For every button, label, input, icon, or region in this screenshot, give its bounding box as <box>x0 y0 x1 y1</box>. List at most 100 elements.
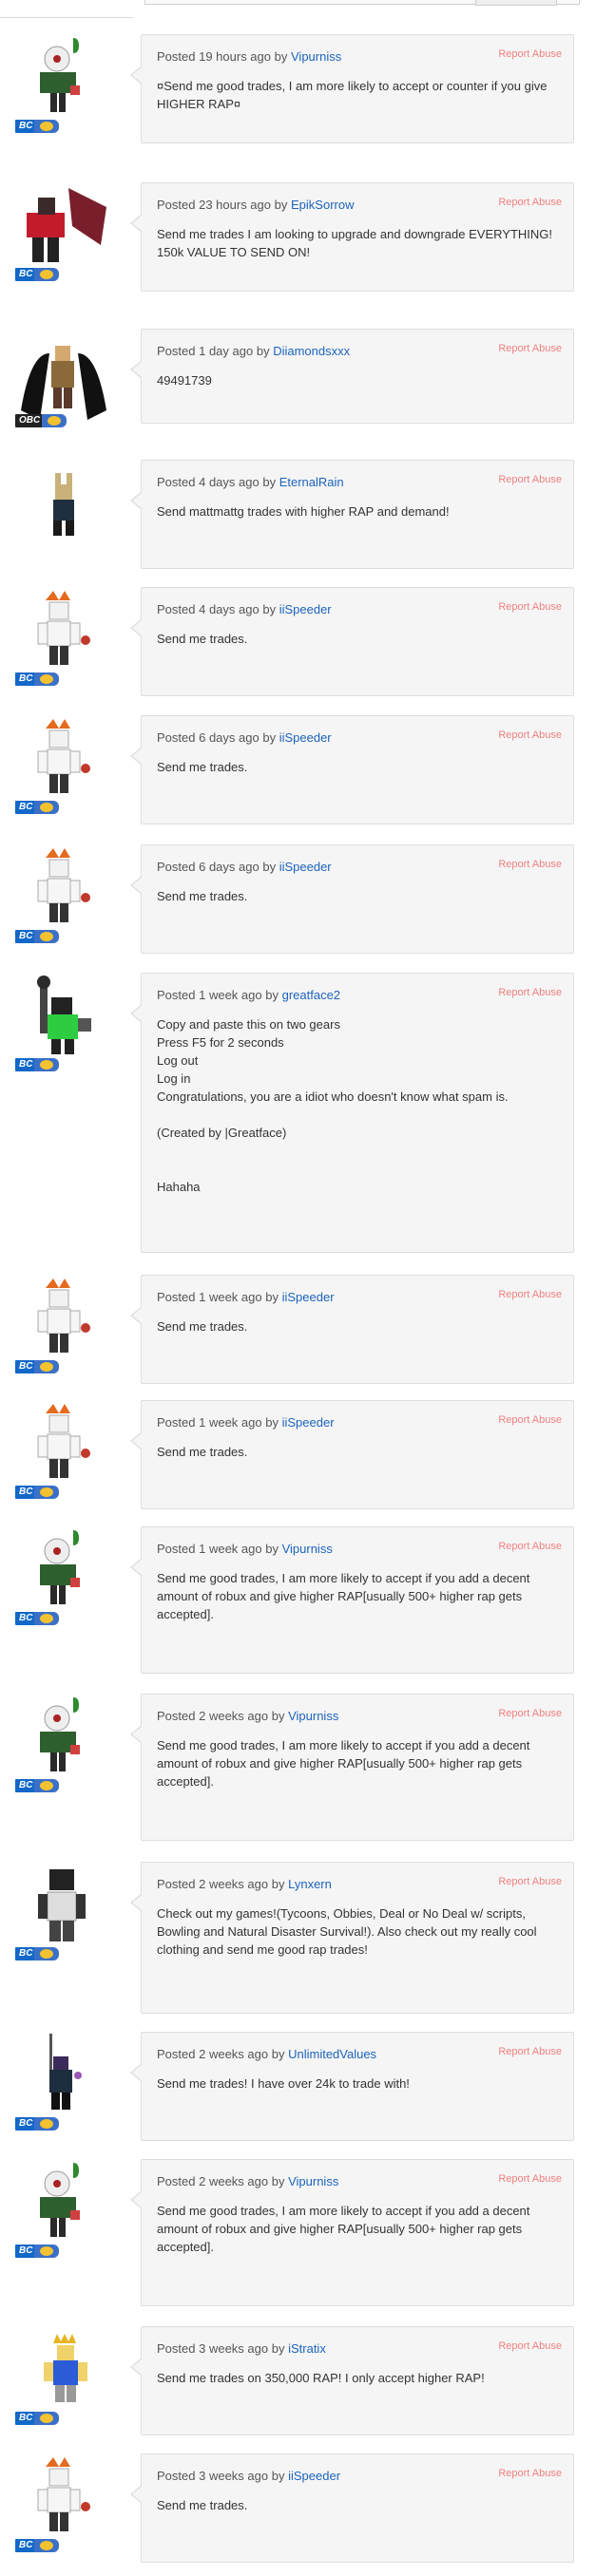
comment-bubble: Report Abuse Posted 1 week ago by iiSpee… <box>130 1400 574 1509</box>
membership-badge-label: BC <box>15 801 37 814</box>
avatar[interactable]: BC <box>11 30 116 135</box>
comment-message: Send me trades. <box>157 889 248 903</box>
author-link[interactable]: Vipurniss <box>291 49 341 64</box>
by-word: by <box>265 988 279 1002</box>
avatar[interactable]: BC <box>11 2028 116 2132</box>
report-abuse-link[interactable]: Report Abuse <box>498 987 562 998</box>
tix-icon <box>34 1947 60 1960</box>
avatar[interactable]: BC <box>11 583 116 688</box>
posted-prefix: Posted <box>157 1290 196 1304</box>
membership-badge-label: BC <box>15 2412 37 2425</box>
membership-badge: BC <box>15 930 60 943</box>
report-abuse-link[interactable]: Report Abuse <box>498 474 562 485</box>
comment-message: Send me trades. <box>157 1319 248 1334</box>
report-abuse-link[interactable]: Report Abuse <box>498 343 562 354</box>
tix-icon <box>34 2539 60 2552</box>
posted-prefix: Posted <box>157 475 196 489</box>
report-abuse-link[interactable]: Report Abuse <box>498 1414 562 1426</box>
author-link[interactable]: Diiamondsxxx <box>273 344 350 358</box>
by-word: by <box>271 2469 285 2483</box>
by-word: by <box>271 2341 285 2356</box>
membership-badge: BC <box>15 801 60 814</box>
posted-prefix: Posted <box>157 198 196 212</box>
membership-badge: BC <box>15 1612 60 1625</box>
author-link[interactable]: iiSpeeder <box>288 2469 340 2483</box>
avatar[interactable]: OBC <box>11 325 116 429</box>
avatar[interactable]: BC <box>11 1396 116 1501</box>
comment-bubble: Report Abuse Posted 2 weeks ago by Lynxe… <box>130 1862 574 2014</box>
post-button-edge[interactable] <box>475 0 557 6</box>
report-abuse-link[interactable]: Report Abuse <box>498 197 562 208</box>
author-link[interactable]: Vipurniss <box>282 1542 333 1556</box>
posted-prefix: Posted <box>157 1415 196 1430</box>
author-link[interactable]: UnlimitedValues <box>288 2047 376 2061</box>
avatar[interactable]: BC <box>11 711 116 816</box>
avatar[interactable] <box>11 456 116 560</box>
author-link[interactable]: Lynxern <box>288 1877 332 1891</box>
posted-prefix: Posted <box>157 1542 196 1556</box>
tix-icon <box>34 268 60 281</box>
author-link[interactable]: EternalRain <box>279 475 344 489</box>
posted-time: 1 week ago <box>199 1415 262 1430</box>
comment-bubble: Report Abuse Posted 1 day ago by Diiamon… <box>130 329 574 424</box>
report-abuse-link[interactable]: Report Abuse <box>498 48 562 60</box>
report-abuse-link[interactable]: Report Abuse <box>498 1876 562 1887</box>
report-abuse-link[interactable]: Report Abuse <box>498 2468 562 2479</box>
posted-time: 3 weeks ago <box>199 2469 269 2483</box>
membership-badge: BC <box>15 1779 60 1792</box>
avatar[interactable]: BC <box>11 1271 116 1375</box>
author-link[interactable]: EpikSorrow <box>291 198 354 212</box>
membership-badge-label: BC <box>15 1486 37 1499</box>
posted-prefix: Posted <box>157 602 196 616</box>
avatar-image[interactable] <box>11 456 116 560</box>
avatar[interactable]: BC <box>11 2450 116 2554</box>
by-word: by <box>274 49 288 64</box>
tix-icon <box>34 930 60 943</box>
report-abuse-link[interactable]: Report Abuse <box>498 601 562 613</box>
report-abuse-link[interactable]: Report Abuse <box>498 1708 562 1719</box>
avatar[interactable]: BC <box>11 1523 116 1627</box>
author-link[interactable]: iStratix <box>288 2341 326 2356</box>
posted-time: 2 weeks ago <box>199 1709 269 1723</box>
comment-message: Copy and paste this on two gears Press F… <box>157 1017 509 1194</box>
avatar[interactable]: BC <box>11 1858 116 1962</box>
membership-badge: BC <box>15 120 60 133</box>
posted-time: 3 weeks ago <box>199 2341 269 2356</box>
report-abuse-link[interactable]: Report Abuse <box>498 2340 562 2352</box>
comment-message: Send me trades. <box>157 1445 248 1459</box>
comment-bubble: Report Abuse Posted 23 hours ago by Epik… <box>130 182 574 292</box>
author-link[interactable]: iiSpeeder <box>279 860 332 874</box>
membership-badge: BC <box>15 2412 60 2425</box>
comment-message: Send me good trades, I am more likely to… <box>157 2204 534 2254</box>
report-abuse-link[interactable]: Report Abuse <box>498 2046 562 2057</box>
report-abuse-link[interactable]: Report Abuse <box>498 729 562 741</box>
membership-badge-label: BC <box>15 1612 37 1625</box>
posted-time: 2 weeks ago <box>199 2174 269 2188</box>
by-word: by <box>265 1290 279 1304</box>
posted-prefix: Posted <box>157 1709 196 1723</box>
posted-time: 2 weeks ago <box>199 2047 269 2061</box>
author-link[interactable]: Vipurniss <box>288 2174 338 2188</box>
report-abuse-link[interactable]: Report Abuse <box>498 2173 562 2185</box>
report-abuse-link[interactable]: Report Abuse <box>498 1541 562 1552</box>
avatar[interactable]: BC <box>11 969 116 1073</box>
author-link[interactable]: Vipurniss <box>288 1709 338 1723</box>
membership-badge-label: BC <box>15 1058 37 1071</box>
comment-bubble: Report Abuse Posted 3 weeks ago by iStra… <box>130 2326 574 2435</box>
author-link[interactable]: iiSpeeder <box>282 1415 335 1430</box>
by-word: by <box>271 1877 285 1891</box>
author-link[interactable]: iiSpeeder <box>279 730 332 745</box>
author-link[interactable]: iiSpeeder <box>282 1290 335 1304</box>
posted-time: 23 hours ago <box>199 198 272 212</box>
posted-time: 4 days ago <box>199 475 260 489</box>
avatar[interactable]: BC <box>11 179 116 283</box>
membership-badge: BC <box>15 1058 60 1071</box>
avatar[interactable]: BC <box>11 1690 116 1794</box>
report-abuse-link[interactable]: Report Abuse <box>498 859 562 870</box>
avatar[interactable]: BC <box>11 2322 116 2427</box>
author-link[interactable]: greatface2 <box>282 988 340 1002</box>
avatar[interactable]: BC <box>11 2155 116 2260</box>
avatar[interactable]: BC <box>11 841 116 945</box>
report-abuse-link[interactable]: Report Abuse <box>498 1289 562 1300</box>
author-link[interactable]: iiSpeeder <box>279 602 332 616</box>
